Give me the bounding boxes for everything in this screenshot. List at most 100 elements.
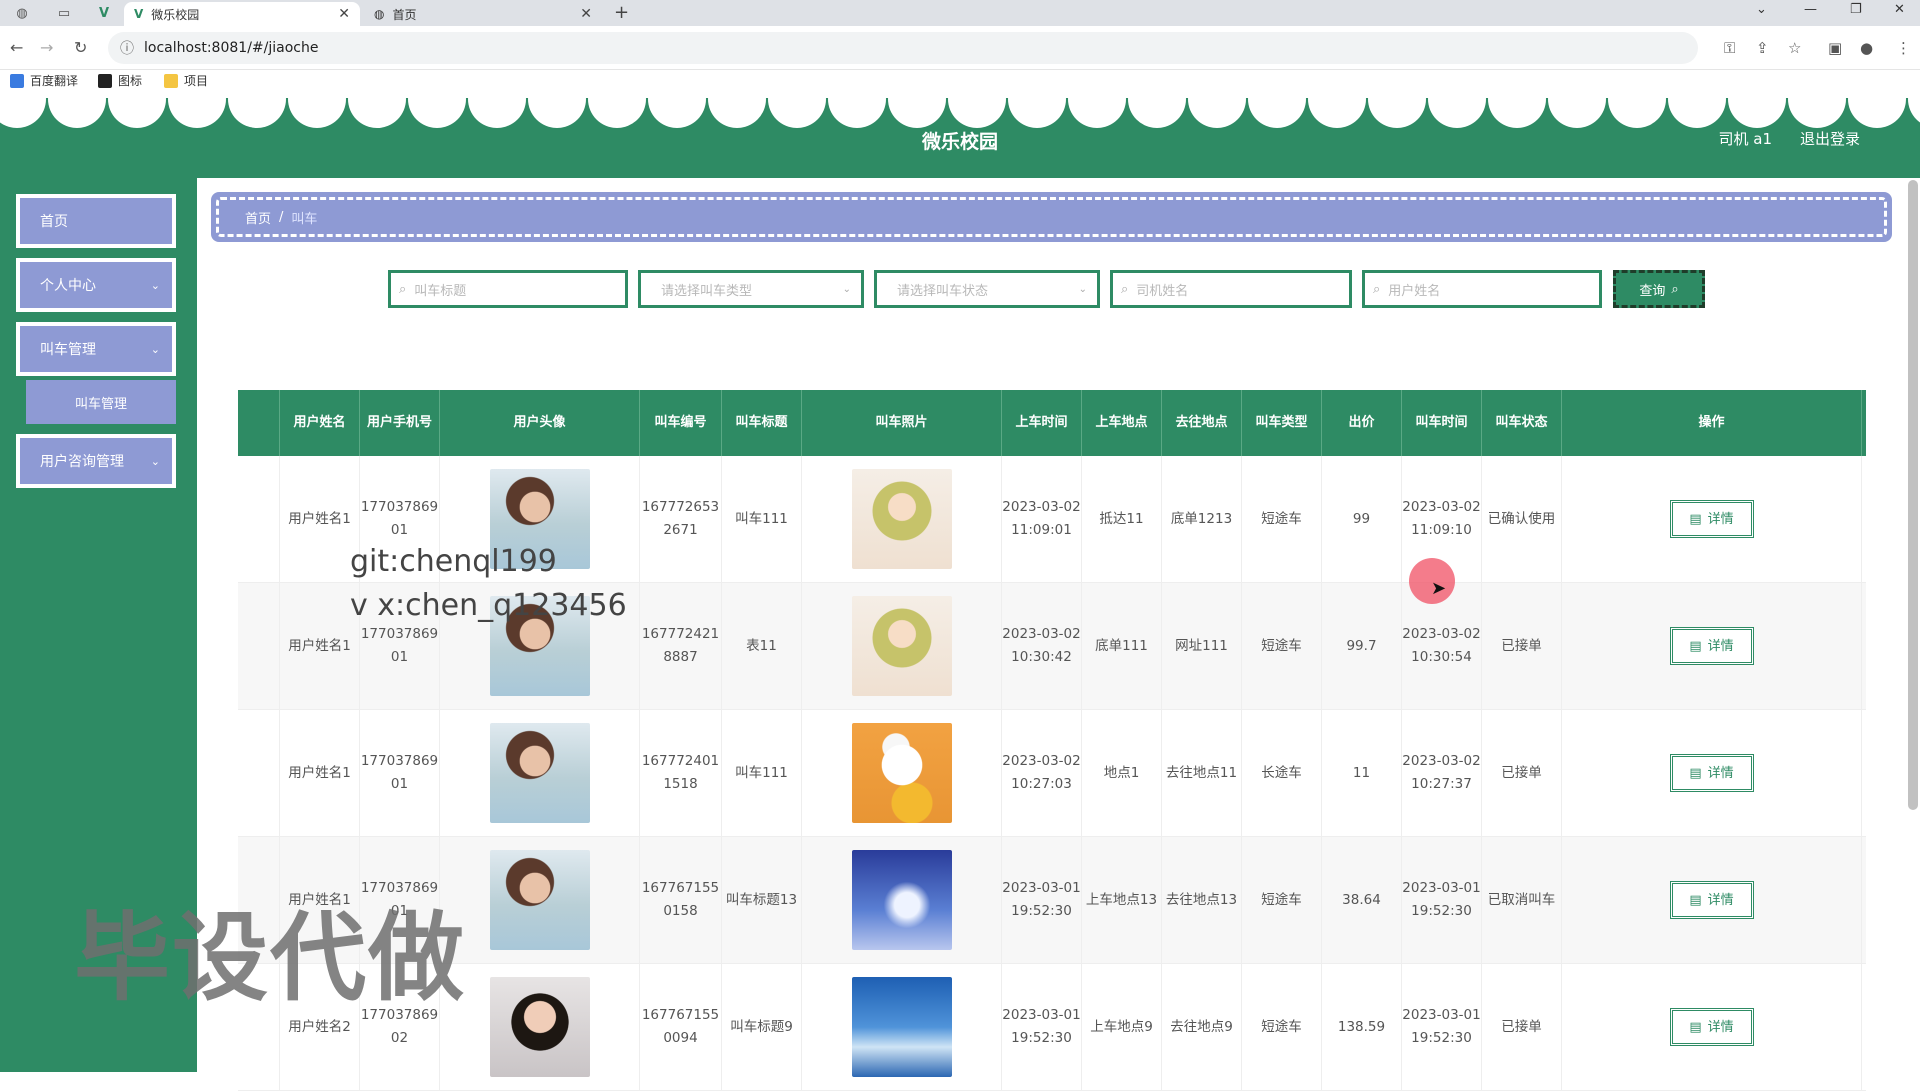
actions-cell: ▤ 详情	[1562, 456, 1862, 582]
avatar[interactable]	[489, 850, 590, 950]
globe-icon: ◍	[374, 7, 385, 21]
table-row: 用户姓名1 17703786901 1677724011518 叫车111 2023-0…	[238, 710, 1866, 837]
header-scallop-decoration	[0, 90, 1920, 128]
detail-button[interactable]: ▤ 详情	[1669, 881, 1754, 919]
detail-button[interactable]: ▤ 详情	[1669, 754, 1754, 792]
ride-photo[interactable]	[851, 723, 952, 823]
cell-status: 已确认使用	[1482, 456, 1562, 582]
tab-search-icon[interactable]: ⌄	[1756, 2, 1767, 17]
globe-icon[interactable]: ◍	[2, 3, 42, 23]
chevron-down-icon: ⌄	[150, 454, 160, 468]
ride-photo[interactable]	[851, 977, 952, 1077]
table-row: 用户姓名1 17703786901 1677671550158 叫车标题13 2023-…	[238, 837, 1866, 964]
breadcrumb-home[interactable]: 首页	[245, 208, 271, 227]
header-cell: 叫车标题	[722, 390, 802, 456]
chevron-down-icon: ⌄	[842, 283, 851, 295]
cell-call-time: 2023-03-01 19:52:30	[1402, 964, 1482, 1090]
ride-photo-cell	[802, 964, 1002, 1090]
ride-type-select[interactable]: 请选择叫车类型 ⌄	[638, 270, 864, 308]
close-tab-icon[interactable]: ✕	[338, 6, 350, 22]
cell-type: 短途车	[1242, 964, 1322, 1090]
forward-icon[interactable]: →	[40, 38, 53, 57]
back-icon[interactable]: ←	[10, 38, 23, 57]
cell-pickup-time: 2023-03-02 10:27:03	[1002, 710, 1082, 836]
blank-tab-icon[interactable]: ▭	[44, 3, 84, 23]
bookmark-label: 项目	[184, 74, 209, 88]
reload-icon[interactable]: ↻	[74, 38, 87, 57]
ride-photo[interactable]	[851, 596, 952, 696]
menu-icon[interactable]: ⋮	[1896, 39, 1911, 57]
sidepanel-icon[interactable]: ▣	[1828, 39, 1842, 57]
header-cell: 用户手机号	[360, 390, 440, 456]
bookmark-baidu-translate[interactable]: 百度翻译	[10, 72, 78, 89]
cell-to: 底单1213	[1162, 456, 1242, 582]
user-avatar-cell	[440, 964, 640, 1090]
sidebar-item-home[interactable]: 首页	[16, 194, 176, 248]
ride-photo-cell	[802, 456, 1002, 582]
share-icon[interactable]: ⇪	[1756, 39, 1769, 57]
star-icon[interactable]: ☆	[1788, 39, 1801, 57]
cell-name: 用户姓名1	[280, 583, 360, 709]
key-icon[interactable]: ⚿	[1724, 39, 1735, 57]
restore-icon[interactable]: ❐	[1850, 2, 1862, 17]
search-icon: ⌕	[399, 281, 407, 297]
cell-from: 底单111	[1082, 583, 1162, 709]
search-icon: ⌕	[1671, 281, 1679, 297]
cell-no: 1677724011518	[640, 710, 722, 836]
query-label: 查询	[1639, 283, 1666, 299]
tab-weile[interactable]: V 微乐校园 ✕	[124, 2, 360, 26]
ride-status-select[interactable]: 请选择叫车状态 ⌄	[874, 270, 1100, 308]
detail-label: 详情	[1707, 511, 1734, 527]
sidebar-item-profile[interactable]: 个人中心 ⌄	[16, 258, 176, 312]
new-tab-button[interactable]: +	[614, 2, 629, 23]
detail-label: 详情	[1707, 892, 1734, 908]
info-icon: ⓘ	[120, 41, 134, 57]
cell-type: 短途车	[1242, 837, 1322, 963]
cell-pickup-time: 2023-03-01 19:52:30	[1002, 837, 1082, 963]
user-name-search-input[interactable]: ⌕ 用户姓名	[1362, 270, 1602, 308]
cell-title: 叫车标题9	[722, 964, 802, 1090]
logout-link[interactable]: 退出登录	[1800, 128, 1860, 149]
header-cell-select	[238, 390, 280, 456]
query-button[interactable]: 查询 ⌕	[1613, 270, 1705, 308]
ride-photo[interactable]	[851, 850, 952, 950]
sidebar-item-consult[interactable]: 用户咨询管理 ⌄	[16, 434, 176, 488]
sidebar-item-ride-management[interactable]: 叫车管理 ⌄	[16, 322, 176, 376]
ride-title-search-input[interactable]: ⌕ 叫车标题	[388, 270, 628, 308]
document-icon: ▤	[1689, 638, 1702, 654]
detail-button[interactable]: ▤ 详情	[1669, 1008, 1754, 1046]
cell-type: 短途车	[1242, 456, 1322, 582]
cell-no: 1677724218887	[640, 583, 722, 709]
detail-button[interactable]: ▤ 详情	[1669, 500, 1754, 538]
bookmark-label: 百度翻译	[30, 74, 79, 88]
ride-photo[interactable]	[851, 469, 952, 569]
cell-title: 叫车111	[722, 710, 802, 836]
page-scrollbar[interactable]	[1908, 180, 1918, 810]
detail-button[interactable]: ▤ 详情	[1669, 627, 1754, 665]
minimize-icon[interactable]: —	[1804, 2, 1817, 17]
sidebar-item-label: 首页	[40, 214, 68, 230]
actions-cell: ▤ 详情	[1562, 837, 1862, 963]
detail-label: 详情	[1707, 765, 1734, 781]
cell-price: 99	[1322, 456, 1402, 582]
tab-home[interactable]: ◍ 首页 ✕	[364, 2, 602, 26]
sidebar-subitem-ride-management[interactable]: 叫车管理	[26, 380, 176, 424]
profile-icon[interactable]: ●	[1860, 39, 1873, 57]
cell-title: 表11	[722, 583, 802, 709]
driver-name-search-input[interactable]: ⌕ 司机姓名	[1110, 270, 1352, 308]
url-field[interactable]: ⓘ localhost:8081/#/jiaoche	[108, 32, 1698, 64]
placeholder: 司机姓名	[1136, 283, 1189, 299]
table-header: 用户姓名 用户手机号 用户头像 叫车编号 叫车标题 叫车照片 上车时间 上车地点 去往地点 叫车类…	[238, 390, 1866, 456]
close-tab-icon[interactable]: ✕	[580, 6, 592, 22]
bookmark-icons[interactable]: 图标	[98, 72, 142, 89]
bookmark-project[interactable]: 项目	[164, 72, 208, 89]
avatar[interactable]	[489, 723, 590, 823]
current-user: 司机 a1	[1718, 130, 1772, 148]
cell-to: 网址111	[1162, 583, 1242, 709]
cell-price: 99.7	[1322, 583, 1402, 709]
avatar[interactable]	[489, 977, 590, 1077]
document-icon: ▤	[1689, 511, 1702, 527]
iconfont-icon	[98, 73, 112, 88]
close-window-icon[interactable]: ✕	[1894, 2, 1905, 17]
vue-icon[interactable]: V	[84, 3, 124, 23]
